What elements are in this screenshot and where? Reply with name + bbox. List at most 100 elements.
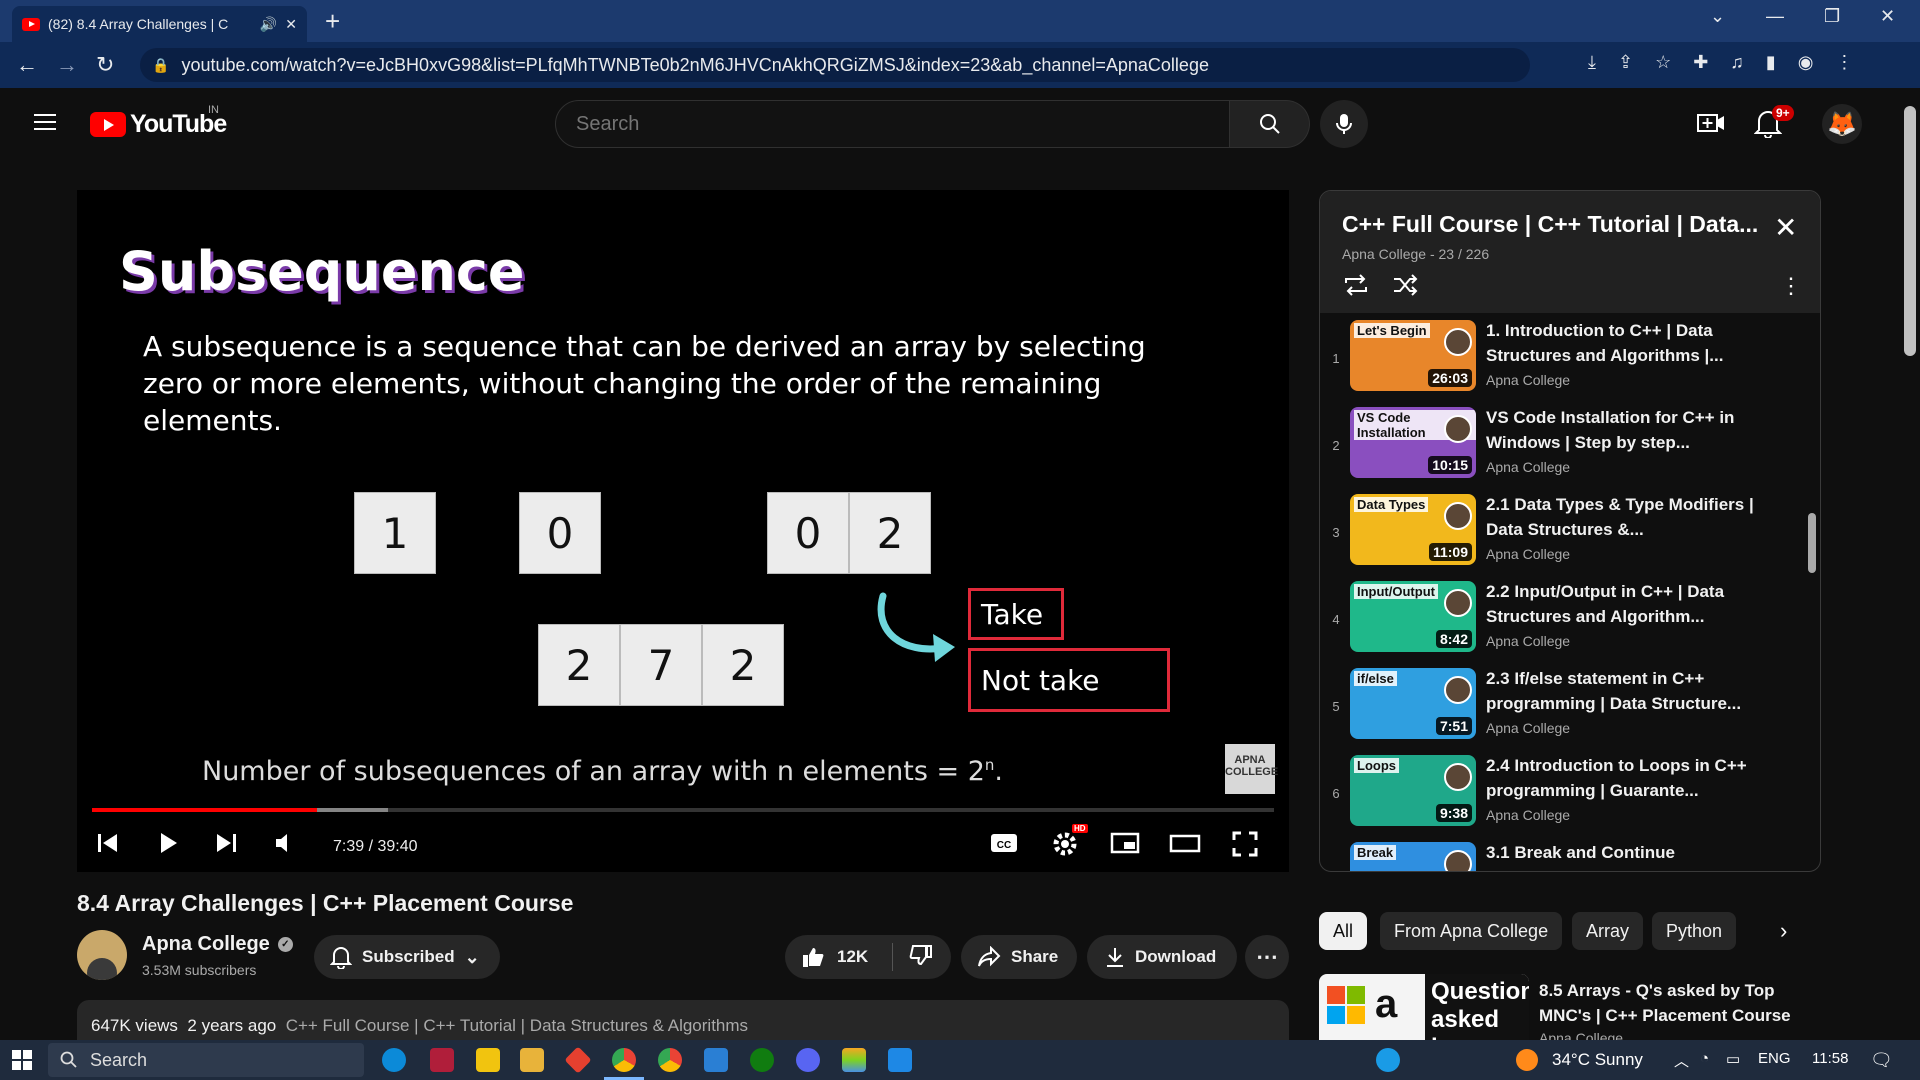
restore-window-button[interactable]: ❐ bbox=[1824, 6, 1840, 27]
playlist-item-thumbnail[interactable]: Loops 9:38 bbox=[1350, 755, 1476, 826]
subscribed-button[interactable]: Subscribed ⌄ bbox=[314, 935, 500, 979]
bluestacks-icon[interactable] bbox=[842, 1048, 866, 1072]
channel-watermark[interactable]: APNA COLLEGE bbox=[1225, 744, 1278, 794]
next-video-icon[interactable] bbox=[213, 830, 239, 856]
media-controls-icon[interactable]: ♫ bbox=[1730, 52, 1744, 73]
playlist-item[interactable]: 7Break3.1 Break and ContinueApna College bbox=[1320, 839, 1810, 871]
recommended-channel[interactable]: Apna College bbox=[1539, 1030, 1623, 1040]
playlist-item-title[interactable]: 1. Introduction to C++ | Data Structures… bbox=[1486, 318, 1786, 368]
captions-icon[interactable]: CC bbox=[989, 830, 1019, 856]
extensions-icon[interactable]: ✚ bbox=[1693, 52, 1708, 73]
clock[interactable]: 11:58 bbox=[1812, 1050, 1848, 1067]
create-video-icon[interactable] bbox=[1696, 108, 1726, 138]
playlist-item-title[interactable]: 2.1 Data Types & Type Modifiers | Data S… bbox=[1486, 492, 1786, 542]
recommended-thumbnail[interactable]: a Questions asked by bbox=[1319, 974, 1529, 1040]
playlist-item-thumbnail[interactable]: Let's Begin 26:03 bbox=[1350, 320, 1476, 391]
dislike-button[interactable] bbox=[893, 943, 933, 972]
weather-text[interactable]: 34°C Sunny bbox=[1552, 1050, 1643, 1070]
chrome-profile-icon[interactable] bbox=[658, 1048, 682, 1072]
playlist-item-title[interactable]: 3.1 Break and Continue bbox=[1486, 840, 1786, 865]
share-page-icon[interactable]: ⇪ bbox=[1618, 52, 1633, 73]
playlist-item[interactable]: 6 Loops 9:38 2.4 Introduction to Loops in C… bbox=[1320, 752, 1810, 838]
tab-close-icon[interactable]: ✕ bbox=[285, 16, 297, 33]
forward-button[interactable]: → bbox=[56, 52, 78, 78]
playlist-item-title[interactable]: 2.3 If/else statement in C++ programming… bbox=[1486, 666, 1786, 716]
taskbar-search[interactable]: Search bbox=[48, 1043, 364, 1077]
tab-search-chevron-icon[interactable]: ⌄ bbox=[1710, 6, 1725, 27]
settings-gear-icon[interactable] bbox=[1051, 830, 1079, 858]
description-box[interactable]: 647K views 2 years ago C++ Full Course |… bbox=[77, 1000, 1289, 1040]
playlist-title[interactable]: C++ Full Course | C++ Tutorial | Data... bbox=[1342, 211, 1762, 238]
search-button[interactable] bbox=[1230, 100, 1310, 148]
vscode-icon[interactable] bbox=[888, 1048, 912, 1072]
reload-button[interactable]: ↻ bbox=[96, 52, 114, 78]
new-tab-button[interactable]: + bbox=[325, 6, 340, 37]
playlist-item[interactable]: 4 Input/Output 8:42 2.2 Input/Output in C++… bbox=[1320, 578, 1810, 664]
menu-hamburger-icon[interactable] bbox=[34, 114, 56, 130]
playlist-item-title[interactable]: VS Code Installation for C++ in Windows … bbox=[1486, 405, 1786, 455]
lock-icon[interactable]: 🔒 bbox=[152, 57, 169, 74]
playlist-item[interactable]: 5 if/else 7:51 2.3 If/else statement in C++… bbox=[1320, 665, 1810, 751]
volume-muted-icon[interactable] bbox=[273, 830, 299, 856]
discord-icon[interactable] bbox=[796, 1048, 820, 1072]
side-panel-icon[interactable]: ▮ bbox=[1766, 52, 1776, 73]
chips-next-icon[interactable]: › bbox=[1780, 918, 1787, 944]
progress-bar[interactable] bbox=[92, 808, 1274, 812]
filter-chip[interactable]: Array bbox=[1572, 912, 1644, 950]
wifi-icon[interactable]: ◔ bbox=[1700, 1050, 1709, 1067]
file-explorer-icon[interactable] bbox=[520, 1048, 544, 1072]
account-avatar[interactable]: 🦊 bbox=[1822, 104, 1862, 144]
mail-app-icon[interactable] bbox=[430, 1048, 454, 1072]
playlist-item[interactable]: 3 Data Types 11:09 2.1 Data Types & Type Mo… bbox=[1320, 491, 1810, 577]
weather-sun-icon[interactable] bbox=[1516, 1049, 1538, 1071]
search-input[interactable] bbox=[555, 100, 1230, 148]
loop-playlist-icon[interactable] bbox=[1342, 273, 1370, 297]
battery-icon[interactable]: ▭ bbox=[1726, 1050, 1740, 1068]
browser-menu-icon[interactable]: ⋮ bbox=[1835, 52, 1853, 73]
playlist-item-thumbnail[interactable]: VS Code Installation 10:15 bbox=[1350, 407, 1476, 478]
store-icon[interactable] bbox=[476, 1048, 500, 1072]
install-app-icon[interactable]: ⤓ bbox=[1588, 52, 1596, 73]
previous-video-icon[interactable] bbox=[95, 830, 121, 856]
theater-mode-icon[interactable] bbox=[1169, 830, 1201, 856]
shuffle-icon[interactable] bbox=[1392, 273, 1420, 297]
chrome-icon[interactable] bbox=[612, 1048, 636, 1072]
filter-chip[interactable]: All bbox=[1319, 912, 1368, 950]
profile-avatar-icon[interactable]: ◉ bbox=[1798, 52, 1814, 73]
recommended-video[interactable]: a Questions asked by 8.5 Arrays - Q's as… bbox=[1319, 974, 1821, 1040]
minimize-window-button[interactable]: — bbox=[1766, 6, 1784, 27]
address-bar[interactable]: 🔒 youtube.com/watch?v=eJcBH0xvG98&list=P… bbox=[140, 48, 1530, 82]
back-button[interactable]: ← bbox=[16, 52, 38, 78]
playlist-scrollbar[interactable] bbox=[1808, 513, 1816, 573]
help-icon[interactable] bbox=[1376, 1048, 1400, 1072]
tab-audio-icon[interactable]: 🔊 bbox=[260, 16, 277, 33]
playlist-item-title[interactable]: 2.4 Introduction to Loops in C++ program… bbox=[1486, 753, 1786, 803]
youtube-logo[interactable]: YouTube bbox=[90, 110, 227, 139]
notification-center-icon[interactable]: 🗨 bbox=[1870, 1050, 1893, 1071]
playlist-more-icon[interactable]: ⋮ bbox=[1780, 273, 1802, 299]
playlist-item-thumbnail[interactable]: Break bbox=[1350, 842, 1476, 871]
filter-chip[interactable]: From Apna College bbox=[1380, 912, 1563, 950]
page-scrollbar[interactable] bbox=[1900, 88, 1920, 1038]
git-icon[interactable] bbox=[564, 1046, 592, 1074]
playlist-item-thumbnail[interactable]: Data Types 11:09 bbox=[1350, 494, 1476, 565]
browser-tab-active[interactable]: (82) 8.4 Array Challenges | C 🔊 ✕ bbox=[12, 6, 307, 42]
close-window-button[interactable]: ✕ bbox=[1880, 6, 1895, 27]
description-tags[interactable]: C++ Full Course | C++ Tutorial | Data St… bbox=[286, 1016, 748, 1035]
miniplayer-icon[interactable] bbox=[1110, 830, 1140, 856]
like-button[interactable]: 12K bbox=[785, 943, 893, 971]
playlist-item-title[interactable]: 2.2 Input/Output in C++ | Data Structure… bbox=[1486, 579, 1786, 629]
xbox-icon[interactable] bbox=[750, 1048, 774, 1072]
playlist-item[interactable]: 1 Let's Begin 26:03 1. Introduction to C++ … bbox=[1320, 317, 1810, 403]
edge-icon[interactable] bbox=[382, 1048, 406, 1072]
playlist-item-thumbnail[interactable]: if/else 7:51 bbox=[1350, 668, 1476, 739]
bookmark-star-icon[interactable]: ☆ bbox=[1655, 52, 1671, 73]
desktop-app-icon[interactable] bbox=[704, 1048, 728, 1072]
language-indicator[interactable]: ENG bbox=[1758, 1050, 1791, 1067]
playlist-close-icon[interactable]: ✕ bbox=[1774, 211, 1797, 244]
channel-name[interactable]: Apna College bbox=[142, 933, 270, 956]
more-actions-button[interactable]: ⋯ bbox=[1245, 935, 1289, 979]
fullscreen-icon[interactable] bbox=[1231, 830, 1259, 858]
filter-chip[interactable]: Python bbox=[1652, 912, 1737, 950]
download-button[interactable]: Download bbox=[1087, 935, 1237, 979]
